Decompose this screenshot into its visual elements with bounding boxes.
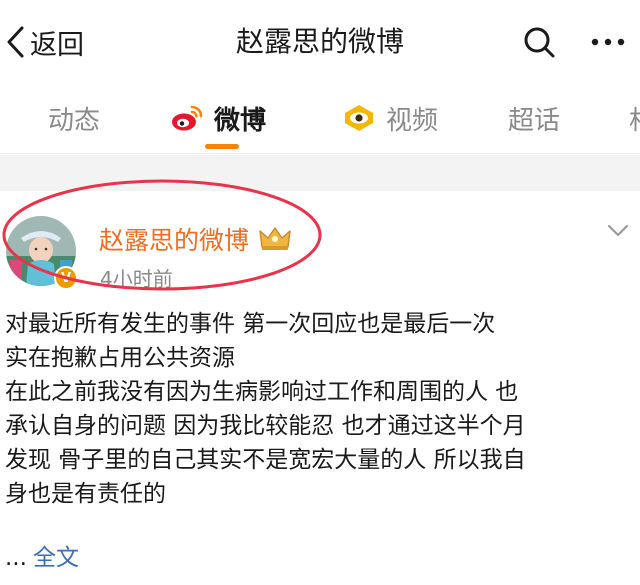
post-text-line: 承认自身的问题 因为我比较能忍 也才通过这半个月	[5, 413, 526, 439]
back-button[interactable]: 返回	[4, 20, 84, 64]
post-text-line: 在此之前我没有因为生病影响过工作和周围的人 也	[5, 379, 519, 405]
tab-weibo[interactable]: 微博	[170, 98, 266, 138]
tab-dynamics[interactable]: 动态	[48, 98, 100, 138]
tab-super-topic[interactable]: 超话	[508, 98, 560, 138]
author-name[interactable]: 赵露思的微博	[99, 221, 249, 257]
profile-tabs: 动态 微博 视频 超话 相	[0, 82, 640, 154]
top-nav-bar: 返回 赵露思的微博	[0, 0, 640, 82]
search-icon[interactable]	[521, 24, 557, 60]
active-tab-indicator	[205, 144, 239, 149]
tab-label: 视频	[386, 105, 439, 136]
tab-label: 动态	[48, 105, 101, 136]
more-options-icon[interactable]	[588, 26, 628, 58]
back-label: 返回	[30, 29, 84, 61]
verified-badge: V	[54, 266, 78, 290]
chevron-down-icon[interactable]	[606, 223, 630, 239]
post-timestamp: 4小时前	[100, 267, 173, 291]
post-text-line: 发现 骨子里的自己其实不是宽宏大量的人 所以我自	[5, 447, 526, 473]
video-eye-icon	[345, 105, 373, 131]
post-expand-row: ... 全文	[5, 541, 79, 575]
post-text-line: 对最近所有发生的事件 第一次回应也是最后一次	[5, 311, 496, 337]
tab-label: 微博	[214, 105, 267, 136]
crown-badge-icon	[259, 227, 291, 250]
post-text-line: 实在抱歉占用公共资源	[5, 345, 235, 371]
tab-label: 相	[629, 100, 640, 137]
post-body: 对最近所有发生的事件 第一次回应也是最后一次 实在抱歉占用公共资源 在此之前我没…	[5, 307, 633, 511]
tab-label: 超话	[508, 105, 561, 136]
chevron-left-icon	[7, 26, 24, 58]
weibo-post: V 赵露思的微博 4小时前 对最近所有发生的事件 第一次回应也是最后一次 实在抱…	[0, 191, 640, 585]
full-text-link[interactable]: 全文	[33, 545, 79, 571]
post-text-line: 身也是有责任的	[5, 481, 166, 507]
tab-video[interactable]: 视频	[342, 98, 438, 138]
ellipsis: ...	[5, 545, 27, 571]
tab-album[interactable]: 相	[629, 98, 640, 138]
section-divider	[0, 155, 640, 191]
weibo-logo-icon	[172, 105, 203, 131]
